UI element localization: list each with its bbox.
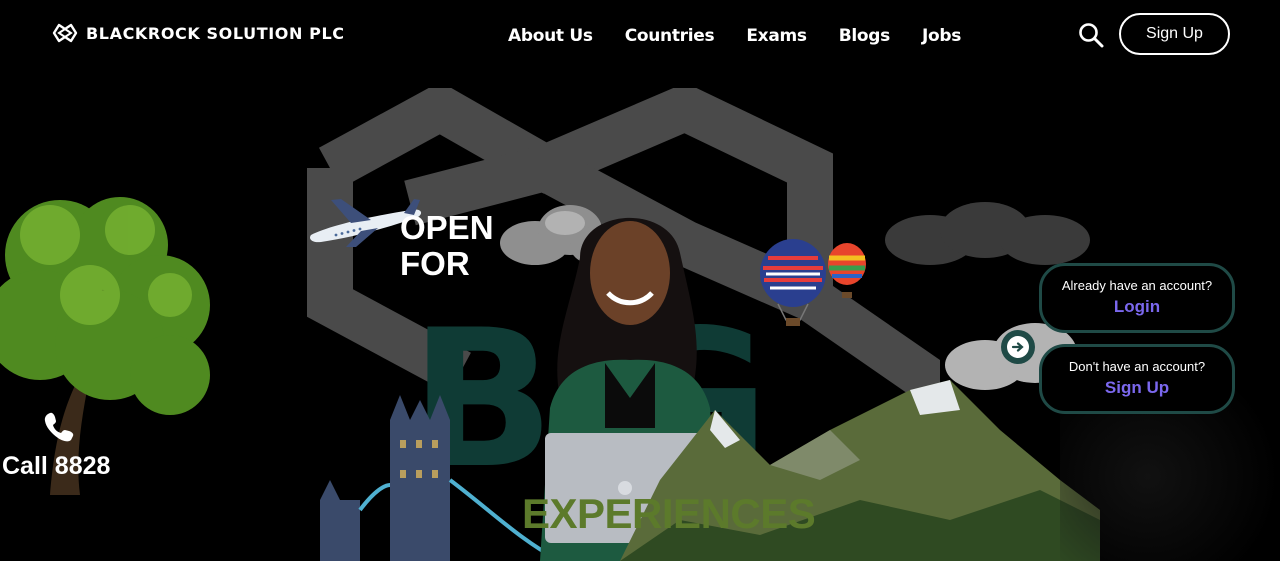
- hot-air-balloon-graphic: [760, 239, 826, 326]
- main-nav: About Us Countries Exams Blogs Jobs: [508, 26, 961, 46]
- logo-icon: [52, 23, 78, 43]
- hero-open-line1: OPEN: [400, 209, 494, 246]
- brand-name: BLACKROCK SOLUTION PLC: [86, 23, 345, 43]
- nav-about-us[interactable]: About Us: [508, 26, 593, 46]
- hero-experiences: EXPERIENCES: [522, 490, 816, 537]
- arrow-right-icon: [1011, 342, 1024, 352]
- header-signup-button[interactable]: Sign Up: [1119, 13, 1230, 55]
- toggle-button[interactable]: [1001, 330, 1035, 364]
- search-icon[interactable]: [1078, 22, 1104, 48]
- brand[interactable]: BLACKROCK SOLUTION PLC: [52, 22, 345, 44]
- signup-link[interactable]: Sign Up: [1105, 378, 1169, 398]
- signup-hint: Don't have an account?: [1068, 359, 1206, 374]
- nav-jobs[interactable]: Jobs: [922, 26, 961, 46]
- signup-card: Don't have an account? Sign Up: [1039, 344, 1235, 414]
- nav-blogs[interactable]: Blogs: [839, 26, 891, 46]
- hot-air-balloon-graphic: [828, 243, 866, 298]
- hero-section: Call 8828 OPEN FOR BIG: [0, 70, 1280, 561]
- hero-open-for: OPEN FOR: [400, 210, 494, 282]
- hero-open-line2: FOR: [400, 245, 470, 282]
- call-number: Call 8828: [2, 452, 111, 480]
- nav-countries[interactable]: Countries: [625, 26, 715, 46]
- phone-icon: [44, 412, 74, 442]
- login-link[interactable]: Login: [1114, 297, 1160, 317]
- login-card: Already have an account? Login: [1039, 263, 1235, 333]
- tree-graphic: [0, 197, 210, 495]
- login-hint: Already have an account?: [1061, 278, 1213, 293]
- nav-exams[interactable]: Exams: [746, 26, 807, 46]
